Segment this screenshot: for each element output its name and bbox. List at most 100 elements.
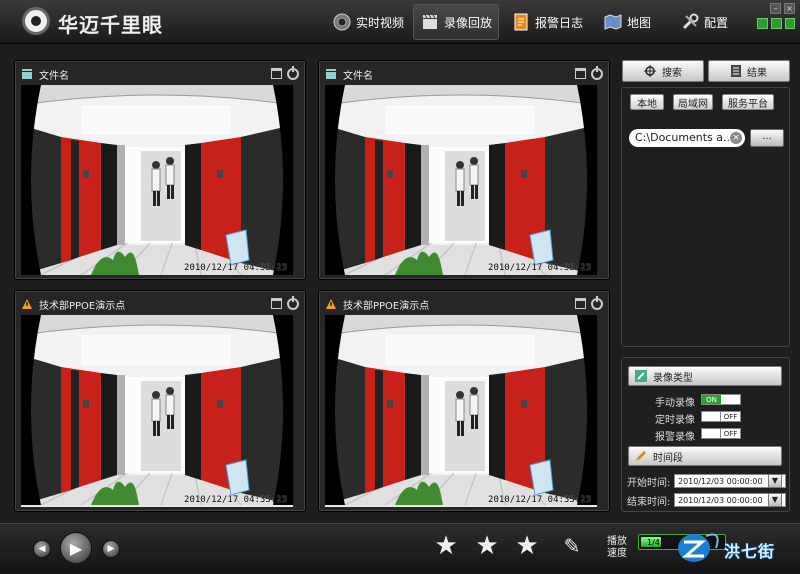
camera-feed-image: [325, 315, 597, 506]
video-view[interactable]: 2010/12/17 04:33:23: [325, 315, 597, 507]
alarm-record-label: 报警录像: [655, 432, 695, 443]
maximize-icon[interactable]: [575, 68, 586, 79]
play-icon: ▶: [69, 538, 83, 558]
video-timestamp: 2010/12/17 04:33:23: [488, 495, 591, 505]
nav-label: 录像回放: [444, 15, 493, 30]
results-label: 结果: [747, 67, 767, 79]
nav-live-video[interactable]: 实时视频: [326, 4, 410, 40]
watermark-text: 洪七街: [724, 542, 776, 561]
camera-feed-image: [21, 315, 293, 506]
nav-label: 地图: [627, 15, 652, 30]
panel-header: 技术部PPOE演示点: [325, 295, 603, 313]
start-time-dropdown-icon[interactable]: ▼: [768, 474, 782, 488]
star-icon[interactable]: ★: [513, 532, 541, 560]
tab-local[interactable]: 本地: [630, 94, 664, 110]
tab-service-platform[interactable]: 服务平台: [722, 94, 774, 110]
panel-title: 技术部PPOE演示点: [343, 300, 430, 312]
film-clapper-icon: [21, 68, 33, 80]
camera-feed-image: [325, 85, 597, 275]
video-panel-3[interactable]: 技术部PPOE演示点 2010/12/17 04:33:23: [14, 290, 306, 512]
search-button[interactable]: 搜索: [622, 60, 704, 82]
power-icon[interactable]: [287, 296, 299, 310]
alarm-record-toggle[interactable]: OFF: [701, 428, 741, 439]
speed-value: 1/4: [647, 538, 660, 547]
panel-title: 技术部PPOE演示点: [39, 300, 126, 312]
panel-title: 文件名: [343, 70, 373, 82]
video-panel-2[interactable]: 文件名 2010/12/17 04:33:23: [318, 60, 610, 280]
nav-alarm-log[interactable]: 报警日志: [505, 4, 589, 40]
view-mode-1-icon[interactable]: [757, 18, 768, 29]
film-clapper-icon: [420, 12, 440, 32]
time-range-header[interactable]: 时间段: [628, 446, 782, 466]
star-icon[interactable]: ★: [473, 532, 501, 560]
clear-icon[interactable]: ×: [730, 132, 742, 144]
path-input[interactable]: C:\Documents a... ×: [629, 129, 745, 147]
maximize-icon[interactable]: [575, 298, 586, 309]
chevron-right-icon: ▶: [107, 544, 115, 554]
browse-button[interactable]: ...: [750, 129, 784, 147]
star-icon[interactable]: ★: [432, 532, 460, 560]
manual-record-label: 手动录像: [655, 398, 695, 409]
video-timestamp: 2010/12/17 04:33:23: [184, 263, 287, 273]
nav-label: 配置: [704, 15, 729, 30]
camera-feed-image: [21, 85, 293, 275]
nav-config[interactable]: 配置: [674, 4, 734, 40]
toggle-state: ON: [702, 395, 721, 404]
view-mode-3-icon[interactable]: [785, 18, 795, 29]
pencil-icon: [636, 451, 646, 461]
video-timestamp: 2010/12/17 04:33:23: [488, 263, 591, 273]
toggle-state: OFF: [721, 429, 740, 438]
panel-header: 文件名: [21, 65, 299, 83]
filter-panel: 录像类型 手动录像 ON 定时录像 OFF 报警录像 OFF 时间段 开始时间:…: [621, 357, 790, 512]
power-icon[interactable]: [287, 66, 299, 80]
record-type-icon: [635, 370, 647, 382]
video-panel-4[interactable]: 技术部PPOE演示点 2010/12/17 04:33:23: [318, 290, 610, 512]
search-label: 搜索: [662, 67, 682, 79]
nav-playback[interactable]: 录像回放: [413, 4, 500, 40]
list-icon: [731, 65, 741, 77]
time-range-title: 时间段: [653, 452, 683, 464]
playback-speed-label: 播放速度: [607, 536, 627, 559]
video-view[interactable]: 2010/12/17 04:33:23: [325, 85, 597, 275]
search-panel: 本地 局域网 服务平台 C:\Documents a... × ...: [621, 87, 790, 347]
play-button[interactable]: ▶: [60, 532, 92, 564]
warning-icon: [21, 298, 33, 310]
video-view[interactable]: 2010/12/17 04:33:23: [21, 315, 293, 507]
tab-lan[interactable]: 局域网: [673, 94, 713, 110]
panel-header: 技术部PPOE演示点: [21, 295, 299, 313]
alarm-log-icon: [511, 12, 531, 32]
maximize-icon[interactable]: [271, 68, 282, 79]
maximize-icon[interactable]: [271, 298, 282, 309]
start-time-label: 开始时间:: [627, 478, 671, 489]
map-icon: [603, 12, 623, 32]
scheduled-record-toggle[interactable]: OFF: [701, 411, 741, 422]
panel-header: 文件名: [325, 65, 603, 83]
minimize-button[interactable]: –: [770, 3, 781, 14]
power-icon[interactable]: [591, 296, 603, 310]
power-icon[interactable]: [591, 66, 603, 80]
wrench-config-icon: [680, 12, 700, 32]
end-time-dropdown-icon[interactable]: ▼: [768, 493, 782, 507]
video-view[interactable]: 2010/12/17 04:33:23: [21, 85, 293, 275]
nav-label: 报警日志: [535, 15, 584, 30]
camera-icon: [332, 12, 352, 32]
video-panel-1[interactable]: 文件名 2010/12/17 04:33:23: [14, 60, 306, 280]
warning-icon: [325, 298, 337, 310]
video-timestamp: 2010/12/17 04:33:23: [184, 495, 287, 505]
app-title: 华迈千里眼: [58, 13, 163, 37]
edit-add-icon[interactable]: ✎: [558, 532, 586, 560]
top-bar: 华迈千里眼 实时视频 录像回放 报警日志 地图 配置 – ×: [0, 0, 800, 44]
previous-button[interactable]: ◀: [33, 540, 51, 558]
nav-map[interactable]: 地图: [597, 4, 657, 40]
path-value: C:\Documents a...: [635, 131, 734, 144]
end-time-label: 结束时间:: [627, 497, 671, 508]
view-mode-2-icon[interactable]: [771, 18, 782, 29]
panel-title: 文件名: [39, 70, 69, 82]
results-button[interactable]: 结果: [708, 60, 790, 82]
manual-record-toggle[interactable]: ON: [701, 394, 741, 405]
scheduled-record-label: 定时录像: [655, 415, 695, 426]
chevron-left-icon: ◀: [38, 544, 46, 554]
record-type-header[interactable]: 录像类型: [628, 366, 782, 386]
close-button[interactable]: ×: [784, 3, 795, 14]
next-button[interactable]: ▶: [102, 540, 120, 558]
